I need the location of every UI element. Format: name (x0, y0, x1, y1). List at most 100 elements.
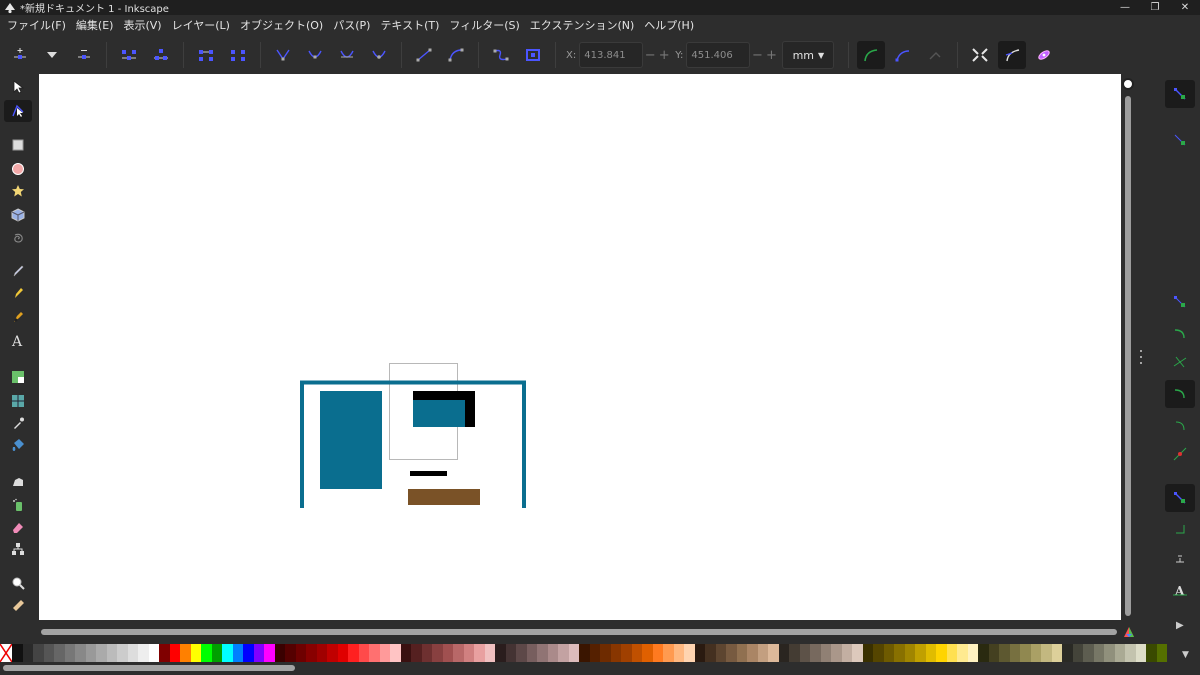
panel-handle-icon[interactable] (1138, 350, 1144, 364)
menu-filters[interactable]: フィルター(S) (444, 15, 524, 36)
palette-scrollbar[interactable] (0, 663, 1200, 675)
snap-nodes-icon[interactable] (1165, 288, 1195, 316)
color-swatch[interactable] (526, 644, 537, 662)
color-swatch[interactable] (673, 644, 684, 662)
horizontal-scroll-thumb[interactable] (41, 629, 1117, 635)
color-swatch[interactable] (274, 644, 285, 662)
3d-box-icon[interactable] (4, 204, 32, 226)
color-swatch[interactable] (190, 644, 201, 662)
color-swatch[interactable] (54, 644, 65, 662)
color-swatch[interactable] (799, 644, 810, 662)
color-swatch[interactable] (705, 644, 716, 662)
drawing-canvas[interactable] (39, 74, 1121, 620)
color-swatch[interactable] (862, 644, 873, 662)
color-swatch[interactable] (348, 644, 359, 662)
color-swatch[interactable] (568, 644, 579, 662)
menu-path[interactable]: パス(P) (328, 15, 375, 36)
y-coordinate-input[interactable]: 451.406 (686, 42, 751, 68)
unit-select[interactable]: mm ▼ (782, 41, 835, 69)
menu-help[interactable]: ヘルプ(H) (639, 15, 699, 36)
close-button[interactable]: ✕ (1170, 0, 1200, 15)
delete-segment-icon[interactable] (224, 41, 252, 69)
color-swatch[interactable] (33, 644, 44, 662)
color-swatch[interactable] (1051, 644, 1062, 662)
join-segment-icon[interactable] (192, 41, 220, 69)
color-swatch[interactable] (967, 644, 978, 662)
color-swatch[interactable] (852, 644, 863, 662)
expand-snap-bar-icon[interactable]: ▶ (1176, 620, 1184, 631)
color-swatch[interactable] (421, 644, 432, 662)
color-swatch[interactable] (211, 644, 222, 662)
color-swatch[interactable] (631, 644, 642, 662)
snap-text-baseline-icon[interactable]: A (1165, 576, 1195, 604)
color-swatch[interactable] (180, 644, 191, 662)
color-swatch[interactable] (894, 644, 905, 662)
color-swatch[interactable] (621, 644, 632, 662)
menu-text[interactable]: テキスト(T) (375, 15, 444, 36)
maximize-button[interactable]: ❐ (1140, 0, 1170, 15)
color-swatch[interactable] (684, 644, 695, 662)
show-path-outline-icon[interactable] (998, 41, 1027, 69)
no-color-swatch[interactable] (0, 643, 13, 663)
insert-node-icon[interactable] (6, 41, 34, 69)
color-swatch[interactable] (64, 644, 75, 662)
tweak-icon[interactable] (4, 470, 32, 492)
color-swatch[interactable] (915, 644, 926, 662)
show-clip-icon[interactable] (889, 41, 917, 69)
snap-others-icon[interactable] (1165, 484, 1195, 512)
color-swatch[interactable] (820, 644, 831, 662)
color-swatch[interactable] (1104, 644, 1115, 662)
color-swatch[interactable] (369, 644, 380, 662)
horizontal-scrollbar[interactable] (39, 626, 1121, 638)
color-swatch[interactable] (295, 644, 306, 662)
color-swatch[interactable] (1125, 644, 1136, 662)
stroke-to-path-icon[interactable] (519, 41, 547, 69)
color-swatch[interactable] (253, 644, 264, 662)
color-swatch[interactable] (12, 644, 23, 662)
snap-page-border-icon[interactable] (1165, 514, 1195, 542)
color-swatch[interactable] (663, 644, 674, 662)
color-swatch[interactable] (169, 644, 180, 662)
color-swatch[interactable] (96, 644, 107, 662)
vertical-scrollbar[interactable] (1121, 74, 1135, 626)
color-swatch[interactable] (442, 644, 453, 662)
color-swatch[interactable] (306, 644, 317, 662)
color-swatch[interactable] (516, 644, 527, 662)
palette-menu-icon[interactable]: ▼ (1182, 650, 1189, 660)
color-swatch[interactable] (201, 644, 212, 662)
color-swatch[interactable] (327, 644, 338, 662)
vertical-scroll-thumb[interactable] (1125, 96, 1131, 616)
menu-file[interactable]: ファイル(F) (2, 15, 71, 36)
color-swatch[interactable] (936, 644, 947, 662)
color-swatch[interactable] (925, 644, 936, 662)
color-swatch[interactable] (694, 644, 705, 662)
snap-smooth-nodes-icon[interactable] (1165, 380, 1195, 408)
color-swatch[interactable] (75, 644, 86, 662)
color-swatch[interactable] (768, 644, 779, 662)
color-swatch[interactable] (22, 644, 33, 662)
color-swatch[interactable] (642, 644, 653, 662)
color-swatch[interactable] (547, 644, 558, 662)
color-swatch[interactable] (841, 644, 852, 662)
snap-grid-icon[interactable] (1165, 544, 1195, 572)
object-to-path-icon[interactable] (487, 41, 515, 69)
symmetric-node-icon[interactable] (333, 41, 361, 69)
color-swatch[interactable] (1030, 644, 1041, 662)
rectangle-icon[interactable] (4, 134, 32, 156)
insert-node-dropdown-icon[interactable] (38, 41, 66, 69)
color-swatch[interactable] (747, 644, 758, 662)
color-swatch[interactable] (85, 644, 96, 662)
color-swatch[interactable] (946, 644, 957, 662)
color-swatch[interactable] (264, 644, 275, 662)
selector-icon[interactable] (4, 76, 32, 98)
paint-bucket-icon[interactable] (4, 434, 32, 456)
show-transform-handles-icon[interactable] (966, 41, 994, 69)
color-swatch[interactable] (222, 644, 233, 662)
join-nodes-icon[interactable] (115, 41, 143, 69)
color-swatch[interactable] (358, 644, 369, 662)
color-swatch[interactable] (726, 644, 737, 662)
color-swatch[interactable] (379, 644, 390, 662)
color-swatch[interactable] (610, 644, 621, 662)
dropper-icon[interactable] (4, 412, 32, 434)
menu-view[interactable]: 表示(V) (118, 15, 166, 36)
